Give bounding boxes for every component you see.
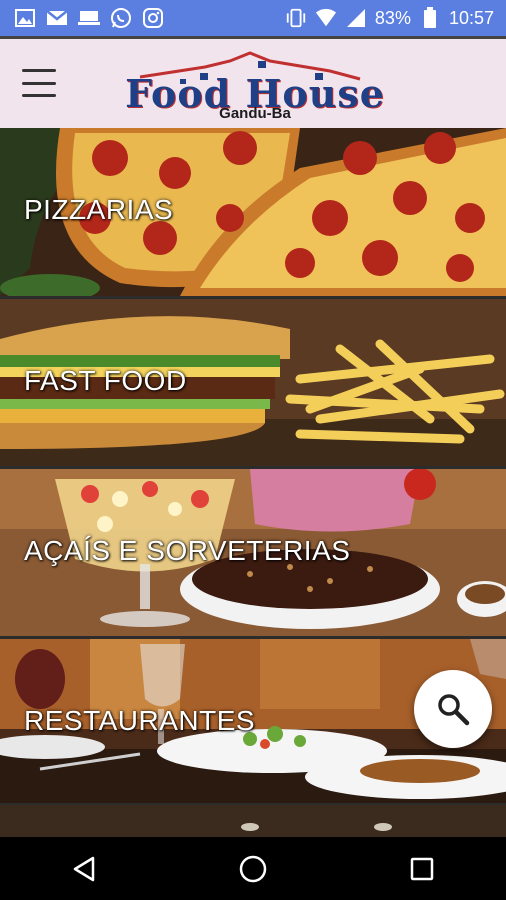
category-card-pizzarias[interactable]: PIZZARIAS (0, 128, 506, 296)
recents-icon (410, 857, 433, 880)
logo-subtitle: Gandu-Ba (219, 105, 291, 122)
storage-icon (78, 8, 100, 28)
category-label: AÇAÍS E SORVETERIAS (24, 535, 351, 566)
system-nav-bar (0, 837, 506, 900)
whatsapp-icon (110, 8, 132, 28)
battery-icon (419, 7, 441, 28)
app-header: Food House Gandu-Ba (0, 36, 506, 128)
signal-icon (345, 8, 367, 28)
vibrate-icon (285, 8, 307, 28)
category-label: FAST FOOD (24, 365, 187, 396)
recents-button[interactable] (392, 844, 452, 894)
category-card-acais-sorveterias[interactable]: AÇAÍS E SORVETERIAS (0, 469, 506, 637)
search-icon (438, 694, 470, 726)
gmail-icon (46, 8, 68, 28)
back-icon (74, 856, 95, 881)
logo: Food House Gandu-Ba (30, 49, 480, 122)
category-card-fast-food[interactable]: FAST FOOD (0, 299, 506, 467)
home-button[interactable] (223, 844, 283, 894)
wifi-icon (315, 8, 337, 28)
instagram-icon (142, 8, 164, 28)
home-icon (239, 855, 267, 882)
category-label: RESTAURANTES (24, 705, 256, 736)
gallery-icon (14, 8, 36, 28)
clock: 10:57 (448, 7, 494, 28)
category-card-partial[interactable] (0, 805, 506, 837)
search-button[interactable] (414, 670, 492, 748)
category-label: PIZZARIAS (24, 194, 174, 225)
back-button[interactable] (54, 844, 114, 894)
status-bar: 83% 10:57 (0, 0, 506, 36)
battery-percent: 83% (374, 7, 411, 28)
hamburger-menu-icon[interactable] (22, 69, 56, 97)
